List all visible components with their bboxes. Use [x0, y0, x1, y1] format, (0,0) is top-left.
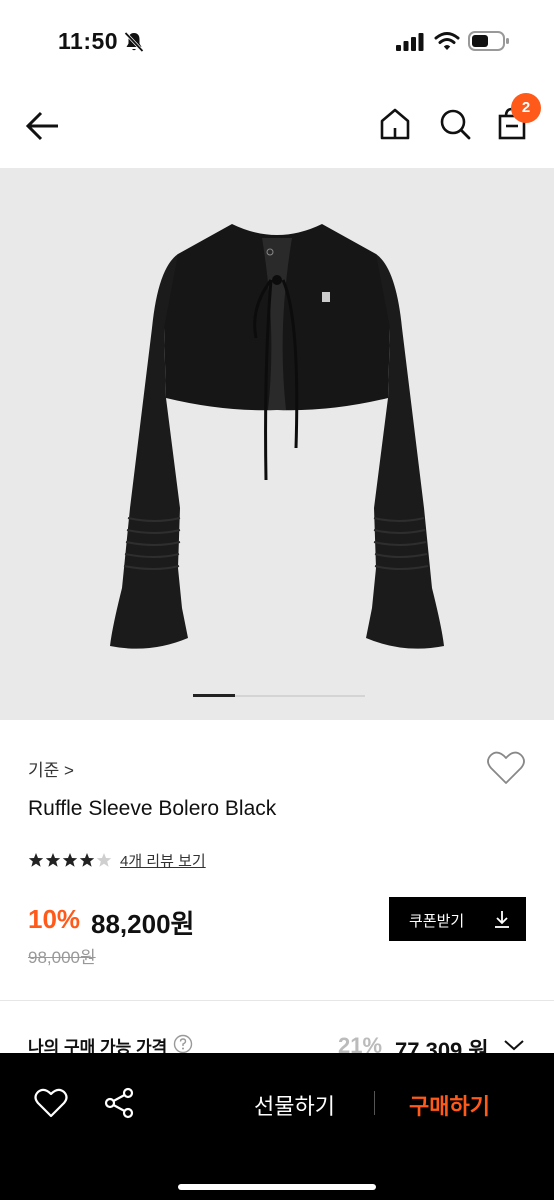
- bar-divider: [374, 1091, 375, 1115]
- coupon-button[interactable]: 쿠폰받기: [389, 897, 526, 941]
- discount-rate: 10%: [28, 904, 81, 934]
- buy-button[interactable]: 구매하기: [409, 1089, 490, 1121]
- product-name: Ruffle Sleeve Bolero Black: [28, 797, 277, 820]
- cart-count-badge: 2: [511, 93, 541, 123]
- bell-slash-icon: [124, 31, 144, 53]
- review-link[interactable]: 4개 리뷰 보기: [120, 850, 206, 871]
- sale-price: 88,200원: [91, 909, 195, 939]
- question-circle-icon[interactable]: [173, 1034, 193, 1054]
- status-bar: 11:50: [0, 0, 554, 84]
- original-price: 98,000원: [28, 948, 96, 967]
- search-icon[interactable]: [438, 106, 472, 142]
- bolero-garment-image: [110, 224, 444, 649]
- star-filled-icon: [28, 853, 44, 867]
- battery-icon: [468, 31, 509, 51]
- download-icon: [495, 911, 509, 928]
- carousel-indicator: [193, 694, 365, 697]
- status-time: 11:50: [58, 28, 119, 54]
- carousel-active-bar: [193, 694, 235, 697]
- home-indicator: [178, 1184, 376, 1190]
- star-filled-icon: [45, 853, 61, 867]
- star-filled-icon: [79, 853, 95, 867]
- navigation-bar: [0, 84, 554, 168]
- bottom-action-bar: 선물하기 구매하기: [0, 1053, 554, 1200]
- back-arrow-icon[interactable]: [22, 106, 64, 146]
- share-icon[interactable]: [102, 1086, 136, 1120]
- brand-link[interactable]: 기준 >: [28, 756, 74, 781]
- section-divider: [0, 1000, 554, 1001]
- home-icon[interactable]: [378, 106, 412, 142]
- wifi-icon: [434, 32, 460, 50]
- product-image[interactable]: [0, 168, 554, 720]
- coupon-button-label: 쿠폰받기: [409, 913, 465, 930]
- heart-icon[interactable]: [486, 750, 526, 786]
- signal-icon: [396, 33, 424, 51]
- heart-icon[interactable]: [34, 1087, 68, 1119]
- star-empty-icon: [96, 853, 112, 867]
- star-filled-icon: [62, 853, 78, 867]
- gift-button[interactable]: 선물하기: [254, 1089, 335, 1121]
- chevron-down-icon[interactable]: [503, 1036, 525, 1054]
- rating-stars: [28, 852, 112, 870]
